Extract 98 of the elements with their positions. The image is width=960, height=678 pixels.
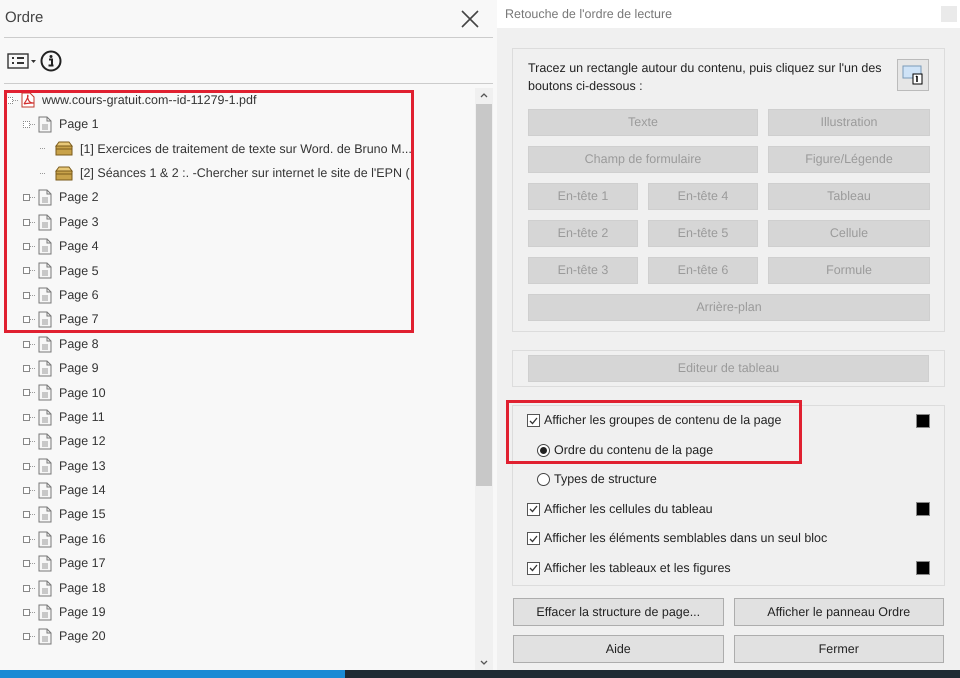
page-icon	[38, 506, 52, 524]
tree-item[interactable]: [2] Séances 1 & 2 :. -Chercher sur internet le site de l'EPN (	[80, 164, 410, 183]
option-label[interactable]: Afficher les groupes de contenu de la page	[544, 411, 782, 430]
expand-box-icon[interactable]	[23, 560, 30, 568]
page-icon	[38, 555, 52, 572]
tree-item[interactable]: Page 18	[59, 578, 106, 598]
tree-item[interactable]: Page 16	[59, 530, 106, 549]
color-swatch[interactable]	[916, 414, 930, 428]
page-icon	[38, 482, 52, 499]
check-icon	[529, 505, 538, 514]
tree-item[interactable]: Page 1	[59, 115, 99, 134]
expand-box-icon[interactable]	[23, 536, 30, 543]
page-icon	[38, 530, 52, 548]
dialog-button[interactable]: Aide	[513, 635, 724, 663]
tree-item[interactable]: Page 4	[59, 237, 99, 256]
expand-box-icon[interactable]	[23, 340, 30, 348]
expand-box-icon[interactable]	[23, 438, 30, 446]
page-icon	[38, 384, 52, 402]
page-icon	[38, 628, 52, 646]
instruction-text: Tracez un rectangle autour du contenu, puis cliquez sur l'un des boutons ci-dessous :	[528, 60, 883, 95]
tree-item[interactable]: Page 12	[59, 432, 106, 452]
panel-title: Ordre	[5, 8, 44, 28]
page-icon	[38, 214, 52, 231]
expand-box-icon[interactable]	[23, 486, 30, 494]
dialog-button[interactable]: Effacer la structure de page...	[513, 598, 724, 626]
expand-box-icon[interactable]	[23, 414, 30, 421]
tree-item[interactable]: Page 14	[59, 481, 106, 500]
page-icon	[38, 116, 52, 134]
page-icon	[38, 408, 52, 426]
radio-button[interactable]	[537, 473, 550, 486]
info-icon[interactable]	[40, 50, 62, 72]
scrollbar[interactable]	[475, 88, 493, 670]
page-icon	[38, 604, 52, 621]
expand-box-icon[interactable]	[23, 364, 30, 372]
tree-item[interactable]: Page 3	[59, 212, 99, 232]
tree-item[interactable]: Page 5	[59, 262, 99, 280]
tree-item[interactable]: [1] Exercices de traitement de texte sur Word. de Bruno M...	[80, 140, 412, 158]
option-label[interactable]: Afficher les éléments semblables dans un seul bloc	[544, 529, 828, 548]
checkbox[interactable]	[527, 414, 540, 428]
tree-item[interactable]: Page 19	[59, 603, 106, 622]
dialog-title: Retouche de l'ordre de lecture	[505, 6, 672, 23]
page-icon	[38, 311, 52, 328]
expand-box-icon[interactable]	[23, 194, 30, 202]
page-icon	[38, 336, 52, 353]
option-label[interactable]: Types de structure	[554, 470, 657, 490]
tree-item[interactable]: www.cours-gratuit.com--id-11279-1.pdf	[42, 90, 256, 110]
expand-box-icon[interactable]	[23, 389, 30, 396]
checkbox[interactable]	[527, 562, 540, 575]
check-icon	[529, 564, 538, 572]
tree-item[interactable]: Page 17	[59, 554, 106, 573]
page-icon	[38, 262, 52, 280]
tree-item[interactable]: Page 10	[59, 384, 106, 402]
tree-item[interactable]: Page 11	[59, 408, 105, 427]
tree-item[interactable]: Page 7	[59, 310, 99, 330]
expand-box-icon[interactable]	[23, 511, 30, 518]
tree-item[interactable]: Page 6	[59, 286, 99, 305]
numbered-text-icon	[902, 65, 924, 85]
color-swatch[interactable]	[916, 502, 930, 516]
page-icon	[38, 286, 52, 304]
tree-item[interactable]: Page 13	[59, 456, 106, 476]
checkbox[interactable]	[527, 532, 540, 546]
pdf-file-icon	[21, 92, 35, 108]
expand-box-icon[interactable]	[23, 218, 30, 226]
collapse-box-icon[interactable]	[23, 121, 30, 128]
color-swatch[interactable]	[916, 561, 930, 576]
box-icon	[55, 166, 73, 181]
page-icon	[38, 238, 52, 256]
tree-item[interactable]: Page 8	[59, 334, 99, 354]
checkbox[interactable]	[527, 502, 540, 516]
page-icon	[38, 580, 52, 596]
box-icon	[55, 141, 73, 156]
option-label[interactable]: Afficher les cellules du tableau	[544, 500, 713, 519]
expand-box-icon[interactable]	[23, 316, 30, 324]
check-icon	[529, 416, 538, 425]
tree-item[interactable]: Page 15	[59, 505, 106, 524]
option-label[interactable]: Afficher les tableaux et les figures	[544, 558, 731, 578]
reading-order-tool-button[interactable]	[897, 59, 929, 91]
tree-item[interactable]: Page 9	[59, 359, 99, 378]
expand-box-icon[interactable]	[23, 633, 30, 640]
tree-item[interactable]: Page 2	[59, 188, 99, 208]
dialog-button[interactable]: Fermer	[734, 635, 944, 663]
page-icon	[38, 189, 52, 206]
page-icon	[38, 360, 52, 377]
expand-box-icon[interactable]	[23, 584, 30, 592]
expand-box-icon[interactable]	[23, 462, 30, 470]
check-icon	[529, 534, 538, 543]
page-icon	[38, 458, 52, 475]
expand-box-icon[interactable]	[23, 608, 30, 616]
expand-box-icon[interactable]	[23, 243, 30, 250]
page-icon	[38, 433, 52, 450]
tree-item[interactable]: Page 20	[59, 627, 106, 646]
close-icon[interactable]	[461, 10, 479, 28]
dialog-button[interactable]: Afficher le panneau Ordre	[734, 598, 944, 626]
expand-box-icon[interactable]	[23, 292, 30, 299]
radio-button[interactable]	[537, 444, 550, 457]
option-label[interactable]: Ordre du contenu de la page	[554, 440, 714, 460]
list-options-icon[interactable]	[7, 52, 37, 68]
expand-box-icon[interactable]	[23, 267, 30, 274]
